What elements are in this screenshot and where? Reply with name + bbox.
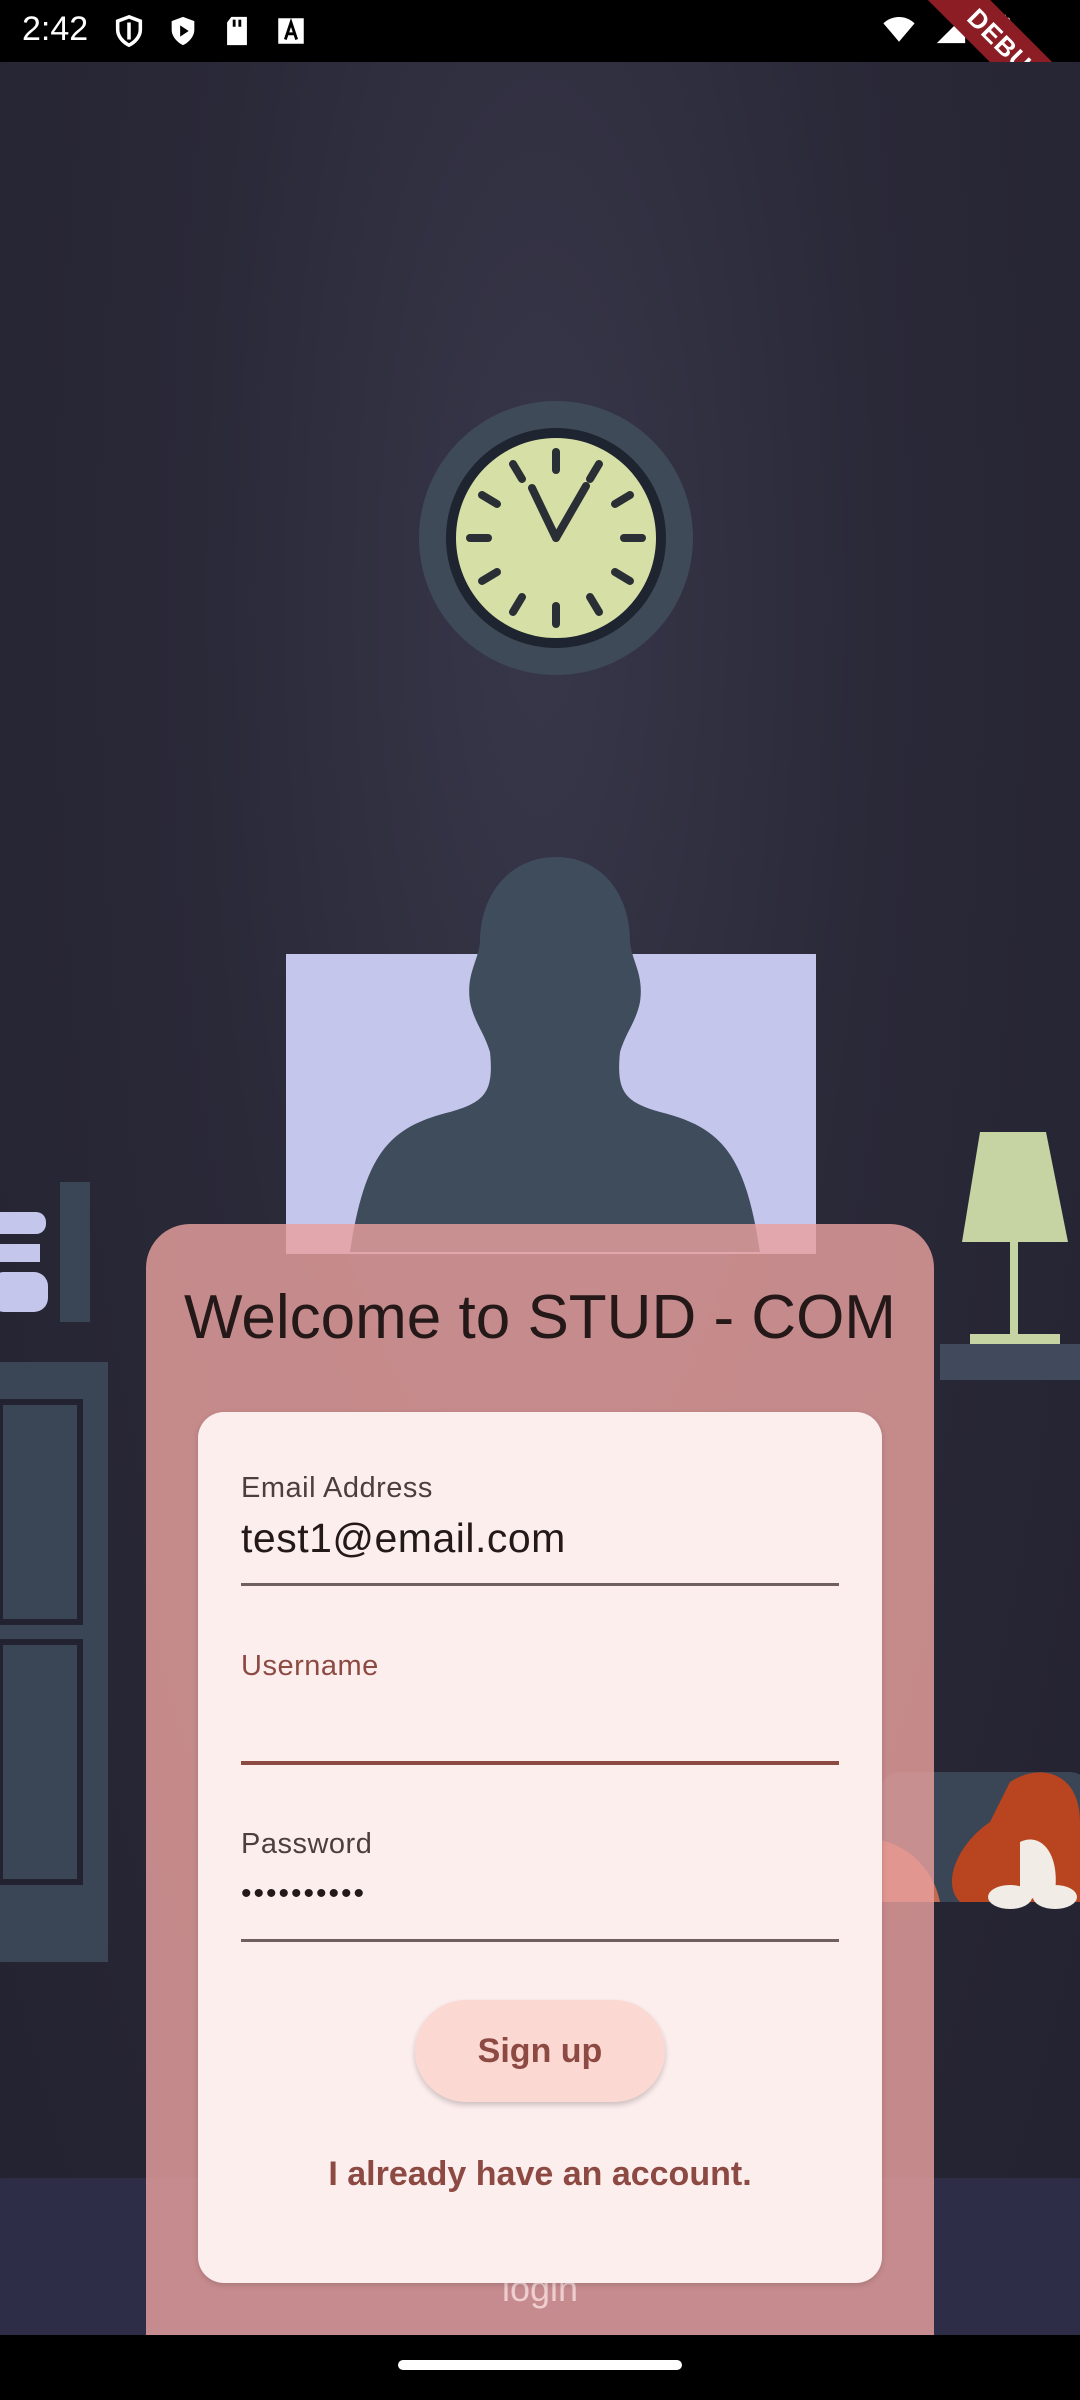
signup-button[interactable]: Sign up [415,2000,665,2102]
username-field[interactable]: Username [241,1650,839,1765]
sd-card-icon [227,16,247,46]
signup-card: Email Address test1@email.com Username P… [198,1412,882,2283]
email-label: Email Address [241,1472,433,1504]
shield-icon [115,14,143,48]
password-field[interactable]: Password •••••••••• [241,1828,839,1942]
wifi-icon [883,16,915,42]
a-icon [278,18,304,44]
status-time: 2:42 [22,10,89,48]
lamp-illustration [940,1132,1080,1380]
username-underline [241,1761,839,1765]
password-input[interactable]: •••••••••• [241,1877,839,1923]
status-bar: 2:42 DEBUG [0,0,1080,152]
password-underline [241,1939,839,1942]
username-label: Username [241,1650,379,1682]
home-gesture-handle[interactable] [398,2360,682,2370]
email-input[interactable]: test1@email.com [241,1515,839,1567]
email-field[interactable]: Email Address test1@email.com [241,1472,839,1586]
password-label: Password [241,1828,373,1860]
status-left-icons [112,14,308,48]
navigation-bar [0,2335,1080,2400]
play-store-icon [171,16,195,46]
shelf-illustration [0,1182,108,1962]
email-underline [241,1583,839,1586]
welcome-title: Welcome to STUD - COM [184,1283,896,1352]
clock-illustration [419,401,693,675]
username-input[interactable] [241,1693,839,1745]
login-link[interactable]: I already have an account. [198,2155,882,2194]
